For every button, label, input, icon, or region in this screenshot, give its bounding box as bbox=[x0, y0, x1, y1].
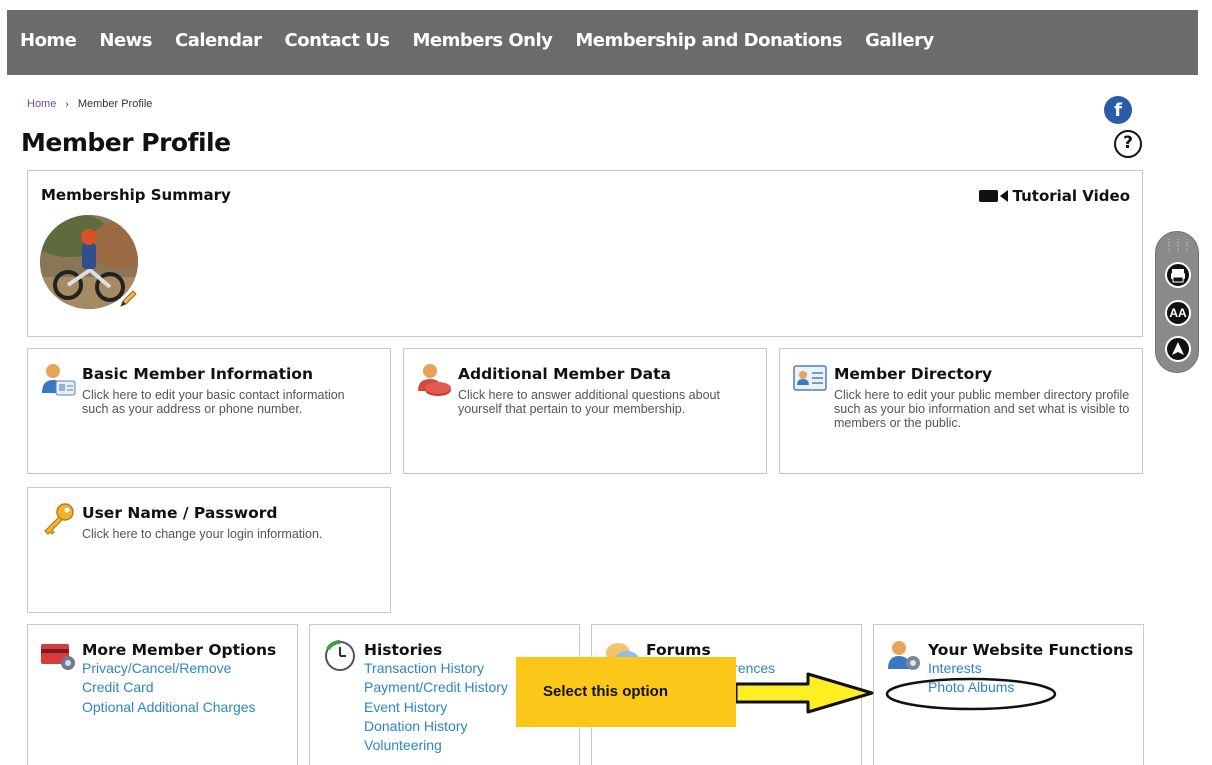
main-nav: Home News Calendar Contact Us Members On… bbox=[20, 30, 957, 51]
basic-member-info-desc: Click here to edit your basic contact in… bbox=[82, 388, 345, 416]
directory-icon bbox=[793, 365, 827, 391]
floating-toolbar: ⋮⋮⋮ ⋮⋮⋮ AA bbox=[1155, 231, 1199, 373]
more-member-options-title: More Member Options bbox=[82, 641, 277, 659]
nav-contact-us[interactable]: Contact Us bbox=[285, 30, 391, 51]
page-title: Member Profile bbox=[21, 128, 231, 157]
help-icon[interactable]: ? bbox=[1114, 130, 1142, 158]
more-member-options-card: More Member Options Privacy/Cancel/Remov… bbox=[27, 624, 298, 765]
instruction-callout: Select this option bbox=[516, 657, 736, 727]
basic-member-info-card[interactable]: Basic Member Information Click here to e… bbox=[27, 348, 391, 474]
instruction-callout-text: Select this option bbox=[543, 683, 669, 700]
nav-members-only[interactable]: Members Only bbox=[413, 30, 553, 51]
breadcrumb: Home › Member Profile bbox=[27, 98, 152, 110]
website-functions-title: Your Website Functions bbox=[928, 641, 1134, 659]
tutorial-video-link[interactable]: Tutorial Video bbox=[978, 187, 1130, 205]
nav-home[interactable]: Home bbox=[20, 30, 77, 51]
username-password-desc: Click here to change your login informat… bbox=[82, 527, 323, 541]
history-clock-icon bbox=[325, 640, 355, 671]
link-optional-additional-charges[interactable]: Optional Additional Charges bbox=[82, 698, 256, 717]
video-camera-icon bbox=[978, 190, 1008, 202]
scroll-top-icon[interactable] bbox=[1165, 336, 1191, 362]
additional-member-data-card[interactable]: Additional Member Data Click here to ans… bbox=[403, 348, 767, 474]
more-member-options-links: Privacy/Cancel/Remove Credit Card Option… bbox=[82, 659, 256, 717]
additional-member-data-desc: Click here to answer additional question… bbox=[458, 388, 720, 416]
username-password-card[interactable]: User Name / Password Click here to chang… bbox=[27, 487, 391, 613]
link-privacy-cancel-remove[interactable]: Privacy/Cancel/Remove bbox=[82, 659, 256, 678]
key-icon bbox=[44, 503, 74, 535]
nav-membership-donations[interactable]: Membership and Donations bbox=[575, 30, 842, 51]
tutorial-video-label: Tutorial Video bbox=[1012, 187, 1130, 205]
nav-calendar[interactable]: Calendar bbox=[175, 30, 262, 51]
histories-title: Histories bbox=[364, 641, 443, 659]
link-payment-credit-history[interactable]: Payment/Credit History bbox=[364, 678, 508, 697]
breadcrumb-separator: › bbox=[65, 99, 69, 110]
member-data-icon bbox=[418, 364, 451, 396]
link-volunteering[interactable]: Volunteering bbox=[364, 736, 508, 755]
member-card-icon bbox=[42, 364, 76, 396]
link-event-history[interactable]: Event History bbox=[364, 698, 508, 717]
facebook-icon[interactable]: f bbox=[1104, 96, 1132, 124]
membership-summary-card: Membership Summary Tutorial Video bbox=[27, 170, 1143, 337]
breadcrumb-home[interactable]: Home bbox=[27, 98, 56, 110]
breadcrumb-current: Member Profile bbox=[77, 98, 153, 110]
member-options-icon bbox=[41, 644, 75, 670]
link-transaction-history[interactable]: Transaction History bbox=[364, 659, 508, 678]
website-functions-icon bbox=[888, 641, 920, 670]
additional-member-data-title: Additional Member Data bbox=[458, 365, 672, 383]
membership-summary-title: Membership Summary bbox=[41, 186, 231, 204]
link-donation-history[interactable]: Donation History bbox=[364, 717, 508, 736]
username-password-title: User Name / Password bbox=[82, 504, 278, 522]
nav-news[interactable]: News bbox=[99, 30, 152, 51]
arrow-icon bbox=[736, 672, 874, 714]
member-directory-desc: Click here to edit your public member di… bbox=[834, 388, 1130, 430]
histories-links: Transaction History Payment/Credit Histo… bbox=[364, 659, 508, 755]
link-credit-card[interactable]: Credit Card bbox=[82, 678, 256, 697]
text-size-icon[interactable]: AA bbox=[1165, 300, 1191, 326]
drag-handle-icon[interactable]: ⋮⋮⋮ ⋮⋮⋮ bbox=[1165, 239, 1191, 253]
member-directory-title: Member Directory bbox=[834, 365, 993, 383]
highlight-ellipse bbox=[885, 677, 1057, 711]
member-directory-card[interactable]: Member Directory Click here to edit your… bbox=[779, 348, 1143, 474]
pencil-icon[interactable] bbox=[118, 289, 138, 309]
basic-member-info-title: Basic Member Information bbox=[82, 365, 313, 383]
print-icon[interactable] bbox=[1165, 262, 1191, 288]
nav-gallery[interactable]: Gallery bbox=[865, 30, 934, 51]
